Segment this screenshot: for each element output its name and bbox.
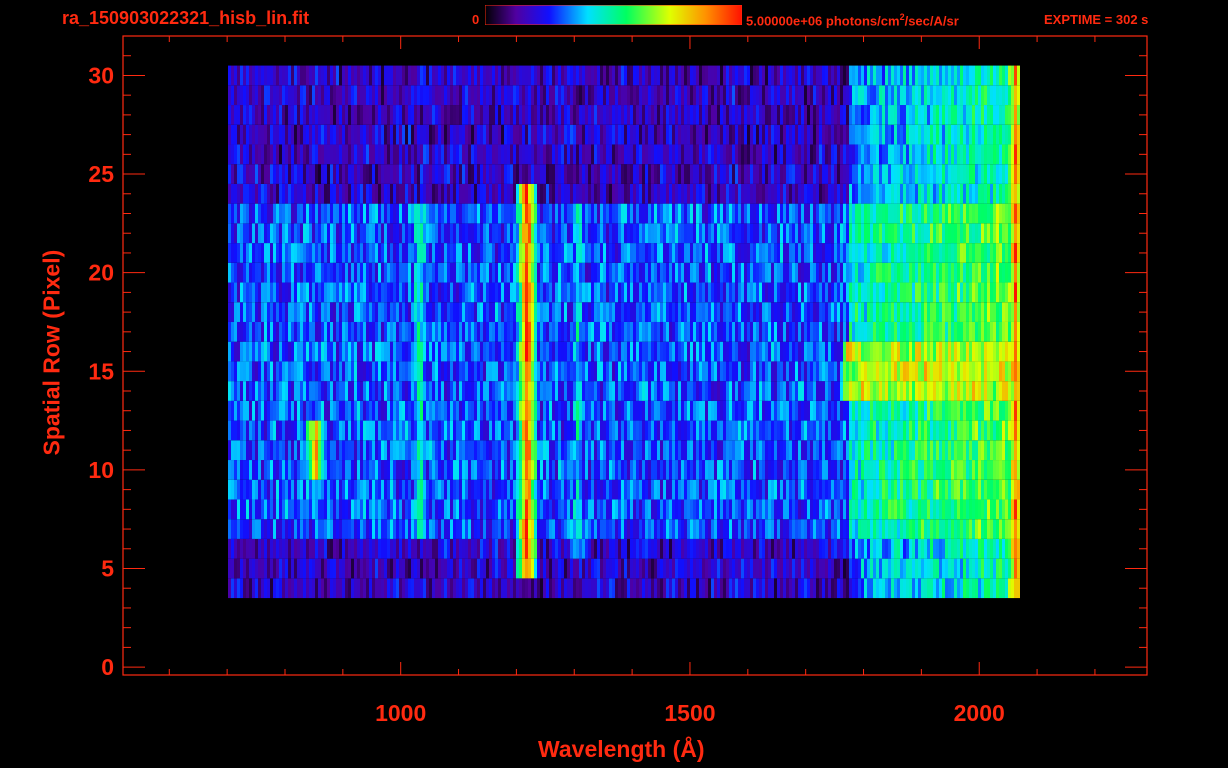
x-tick-label: 1500 bbox=[664, 700, 715, 726]
y-tick-label: 10 bbox=[88, 457, 114, 483]
y-tick-label: 0 bbox=[101, 654, 114, 680]
y-axis-label: Spatial Row (Pixel) bbox=[38, 249, 65, 456]
x-tick-label: 1000 bbox=[375, 700, 426, 726]
y-tick-label: 20 bbox=[88, 260, 114, 286]
spectral-image-plot: 1000 1500 2000 0 5 10 15 20 25 30 bbox=[88, 35, 1148, 726]
y-tick-label: 15 bbox=[88, 358, 114, 384]
heatmap-image bbox=[228, 65, 1020, 599]
y-tick-label: 30 bbox=[88, 62, 114, 88]
y-tick-label: 25 bbox=[88, 161, 114, 187]
x-axis-label: Wavelength (Å) bbox=[538, 736, 705, 762]
y-tick-label: 5 bbox=[101, 556, 114, 582]
x-tick-label: 2000 bbox=[954, 700, 1005, 726]
